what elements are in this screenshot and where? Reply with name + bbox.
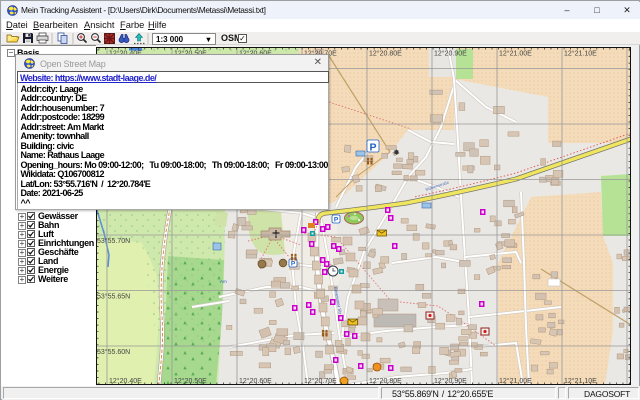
svg-text:Am: Am (220, 279, 227, 284)
svg-text:P: P (334, 217, 339, 224)
svg-text:12°21.00E: 12°21.00E (499, 50, 532, 58)
svg-text:12°20.70E: 12°20.70E (304, 377, 337, 385)
svg-text:53°55.70N: 53°55.70N (97, 237, 130, 245)
svg-text:✸: ✸ (393, 148, 400, 157)
svg-text:P: P (291, 261, 296, 268)
svg-text:12°21.10E: 12°21.10E (564, 377, 597, 385)
svg-text:12°20.90E: 12°20.90E (434, 377, 467, 385)
svg-text:12°21.00E: 12°21.00E (499, 377, 532, 385)
svg-text:12°20.60E: 12°20.60E (239, 377, 272, 385)
svg-text:53°55.65N: 53°55.65N (97, 293, 130, 301)
svg-text:12°21.10E: 12°21.10E (564, 50, 597, 58)
svg-text:12°20.40E: 12°20.40E (109, 377, 142, 385)
svg-text:12°20.90E: 12°20.90E (434, 50, 467, 58)
svg-text:53°55.60N: 53°55.60N (97, 348, 130, 356)
svg-text:P: P (369, 142, 376, 154)
svg-text:12°20.80E: 12°20.80E (369, 50, 402, 58)
